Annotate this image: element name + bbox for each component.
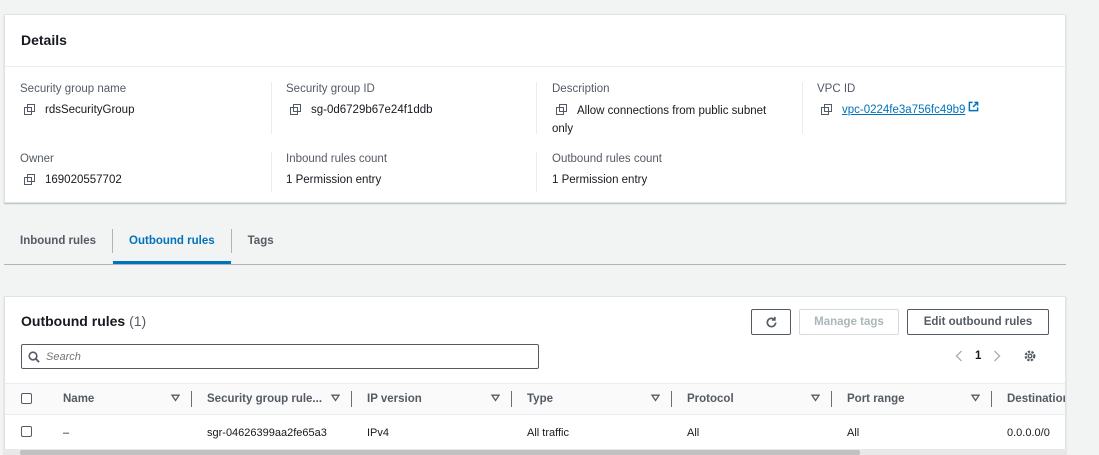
- refresh-icon: [766, 316, 777, 327]
- sort-down-icon[interactable]: [651, 394, 660, 402]
- page-number[interactable]: 1: [975, 350, 981, 362]
- cell-destination: 0.0.0.0/0: [1007, 427, 1050, 439]
- outbound-count-value: 1 Permission entry: [552, 174, 648, 186]
- sg-id-field: Security group ID sg-0d6729b67e24f1ddb: [286, 82, 526, 119]
- sg-name-value: rdsSecurityGroup: [45, 104, 135, 116]
- rules-tabs: Inbound rules Outbound rules Tags: [4, 228, 1066, 265]
- sort-down-icon[interactable]: [971, 394, 980, 402]
- table-row[interactable]: – sgr-04626399aa2fe65a3 IPv4 All traffic…: [5, 415, 1065, 449]
- cell-port-range: All: [847, 427, 860, 439]
- cell-ip-version: IPv4: [367, 427, 390, 439]
- divider: [271, 152, 272, 192]
- column-divider[interactable]: [351, 391, 352, 407]
- sort-down-icon[interactable]: [331, 394, 340, 402]
- tab-outbound-rules[interactable]: Outbound rules: [113, 228, 231, 264]
- cell-type: All traffic: [527, 427, 569, 439]
- details-header: Details: [5, 15, 1065, 67]
- inbound-count-label: Inbound rules count: [286, 153, 388, 165]
- col-protocol[interactable]: Protocol: [687, 393, 734, 405]
- description-value: Allow connections from public subnet onl…: [552, 105, 767, 135]
- outbound-count-label: Outbound rules count: [552, 153, 662, 165]
- col-port-range[interactable]: Port range: [847, 393, 905, 405]
- chevron-left-icon[interactable]: [955, 350, 963, 362]
- divider: [271, 82, 272, 134]
- copy-icon[interactable]: [556, 104, 567, 115]
- copy-icon[interactable]: [24, 174, 35, 185]
- sg-name-field: Security group name rdsSecurityGroup: [20, 82, 260, 119]
- vpc-id-field: VPC ID vpc-0224fe3a756fc49b9: [817, 82, 1057, 119]
- manage-tags-button[interactable]: Manage tags: [799, 309, 899, 335]
- cell-protocol: All: [687, 427, 700, 439]
- owner-value: 169020557702: [45, 174, 122, 186]
- external-link-icon[interactable]: [968, 101, 979, 112]
- divider: [536, 152, 537, 192]
- col-type[interactable]: Type: [527, 393, 553, 405]
- sort-down-icon[interactable]: [491, 394, 500, 402]
- divider: [802, 82, 803, 134]
- copy-icon[interactable]: [290, 104, 301, 115]
- scrollbar-thumb[interactable]: [20, 450, 860, 455]
- divider: [536, 82, 537, 134]
- col-rule-id[interactable]: Security group rule...: [207, 393, 322, 405]
- search-icon: [28, 350, 40, 363]
- vpc-id-link[interactable]: vpc-0224fe3a756fc49b9: [842, 101, 965, 119]
- gear-icon[interactable]: [1023, 349, 1037, 363]
- horizontal-scrollbar[interactable]: [4, 449, 1066, 455]
- select-all-checkbox[interactable]: [21, 393, 32, 404]
- inbound-count-value: 1 Permission entry: [286, 174, 382, 186]
- column-divider[interactable]: [511, 391, 512, 407]
- column-divider[interactable]: [991, 391, 992, 407]
- tab-tags[interactable]: Tags: [232, 228, 290, 264]
- outbound-count-field: Outbound rules count 1 Permission entry: [552, 152, 792, 189]
- vpc-id-label: VPC ID: [817, 83, 856, 95]
- search-box[interactable]: [21, 344, 539, 369]
- rules-title: Outbound rules (1): [21, 313, 146, 329]
- copy-icon[interactable]: [821, 104, 832, 115]
- rules-title-text: Outbound rules: [21, 313, 126, 329]
- pagination: 1: [955, 349, 1037, 363]
- chevron-right-icon[interactable]: [993, 350, 1001, 362]
- table-header: Name Security group rule... IP version T…: [5, 383, 1065, 415]
- sort-down-icon[interactable]: [171, 394, 180, 402]
- sg-id-label: Security group ID: [286, 83, 375, 95]
- col-ip-version[interactable]: IP version: [367, 393, 422, 405]
- refresh-button[interactable]: [751, 309, 791, 335]
- description-field: Description Allow connections from publi…: [552, 82, 782, 138]
- owner-field: Owner 169020557702: [20, 152, 260, 189]
- sort-down-icon[interactable]: [811, 394, 820, 402]
- col-destination[interactable]: Destination: [1007, 393, 1065, 405]
- copy-icon[interactable]: [24, 104, 35, 115]
- rules-count: (1): [129, 313, 147, 329]
- edit-outbound-rules-button[interactable]: Edit outbound rules: [907, 309, 1049, 335]
- details-title: Details: [21, 32, 67, 48]
- sg-id-value: sg-0d6729b67e24f1ddb: [311, 104, 433, 116]
- column-divider[interactable]: [671, 391, 672, 407]
- details-panel: Details Security group name rdsSecurityG…: [4, 14, 1066, 203]
- owner-label: Owner: [20, 153, 54, 165]
- cell-name: –: [63, 427, 70, 439]
- sg-name-label: Security group name: [20, 83, 127, 95]
- search-input[interactable]: [46, 350, 526, 363]
- description-label: Description: [552, 83, 610, 95]
- tab-inbound-rules[interactable]: Inbound rules: [4, 228, 112, 264]
- outbound-rules-panel: Outbound rules (1) Manage tags Edit outb…: [4, 296, 1066, 455]
- column-divider[interactable]: [191, 391, 192, 407]
- cell-rule-id: sgr-04626399aa2fe65a3: [207, 427, 327, 439]
- inbound-count-field: Inbound rules count 1 Permission entry: [286, 152, 526, 189]
- col-name[interactable]: Name: [63, 393, 94, 405]
- column-divider[interactable]: [831, 391, 832, 407]
- row-checkbox[interactable]: [21, 426, 32, 437]
